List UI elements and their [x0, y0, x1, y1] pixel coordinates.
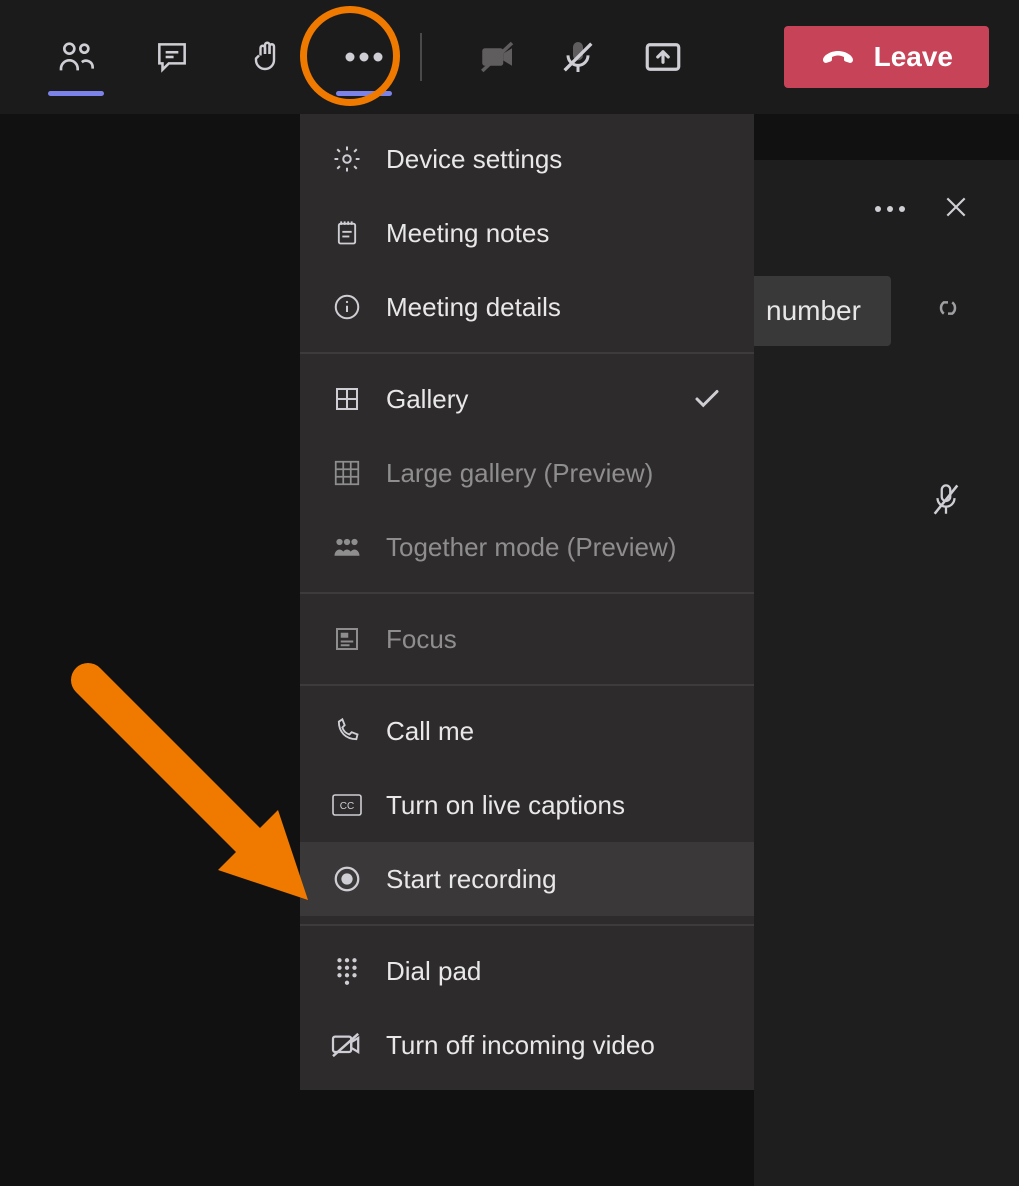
menu-label: Large gallery (Preview)	[386, 458, 724, 489]
menu-item-start-recording[interactable]: Start recording	[300, 842, 754, 916]
menu-item-gallery[interactable]: Gallery	[300, 362, 754, 436]
number-chip-label: number	[766, 295, 861, 327]
focus-icon	[330, 622, 364, 656]
menu-item-live-captions[interactable]: CC Turn on live captions	[300, 768, 754, 842]
leave-label: Leave	[874, 41, 953, 73]
menu-label: Gallery	[386, 384, 668, 415]
checkmark-icon	[690, 382, 724, 416]
meeting-toolbar: Leave	[0, 0, 1019, 114]
more-actions-button[interactable]	[316, 0, 412, 114]
participant-mic-off-icon[interactable]	[929, 482, 963, 525]
info-icon	[330, 290, 364, 324]
participants-button[interactable]	[28, 0, 124, 114]
chat-button[interactable]	[124, 0, 220, 114]
menu-item-focus: Focus	[300, 602, 754, 676]
panel-more-icon[interactable]	[873, 201, 907, 219]
menu-label: Turn off incoming video	[386, 1030, 724, 1061]
menu-item-turn-off-incoming-video[interactable]: Turn off incoming video	[300, 1008, 754, 1082]
link-icon[interactable]	[931, 294, 965, 327]
raise-hand-button[interactable]	[220, 0, 316, 114]
mic-off-button[interactable]	[538, 0, 618, 114]
number-chip[interactable]: number	[754, 276, 891, 346]
menu-label: Call me	[386, 716, 724, 747]
large-gallery-icon	[330, 456, 364, 490]
svg-text:CC: CC	[340, 801, 354, 812]
menu-label: Focus	[386, 624, 724, 655]
menu-label: Meeting details	[386, 292, 724, 323]
gear-icon	[330, 142, 364, 176]
dialpad-icon	[330, 954, 364, 988]
together-icon	[330, 530, 364, 564]
toolbar-separator	[420, 33, 422, 81]
menu-item-call-me[interactable]: Call me	[300, 694, 754, 768]
menu-item-dial-pad[interactable]: Dial pad	[300, 934, 754, 1008]
side-panel: number	[754, 160, 1019, 1186]
phone-icon	[330, 714, 364, 748]
notes-icon	[330, 216, 364, 250]
menu-label: Device settings	[386, 144, 724, 175]
more-actions-menu: Device settings Meeting notes Meeting de…	[300, 114, 754, 1090]
hangup-icon	[820, 42, 856, 72]
cc-icon: CC	[330, 788, 364, 822]
menu-label: Turn on live captions	[386, 790, 724, 821]
menu-label: Dial pad	[386, 956, 724, 987]
menu-item-together-mode: Together mode (Preview)	[300, 510, 754, 584]
menu-item-meeting-notes[interactable]: Meeting notes	[300, 196, 754, 270]
menu-label: Meeting notes	[386, 218, 724, 249]
menu-item-device-settings[interactable]: Device settings	[300, 122, 754, 196]
menu-label: Together mode (Preview)	[386, 532, 724, 563]
menu-item-meeting-details[interactable]: Meeting details	[300, 270, 754, 344]
menu-item-large-gallery: Large gallery (Preview)	[300, 436, 754, 510]
menu-label: Start recording	[386, 864, 724, 895]
share-button[interactable]	[618, 0, 708, 114]
camera-off-button[interactable]	[458, 0, 538, 114]
gallery-icon	[330, 382, 364, 416]
annotation-arrow	[68, 660, 328, 920]
incoming-video-off-icon	[330, 1028, 364, 1062]
leave-button[interactable]: Leave	[784, 26, 989, 88]
record-icon	[330, 862, 364, 896]
panel-close-icon[interactable]	[943, 194, 969, 225]
